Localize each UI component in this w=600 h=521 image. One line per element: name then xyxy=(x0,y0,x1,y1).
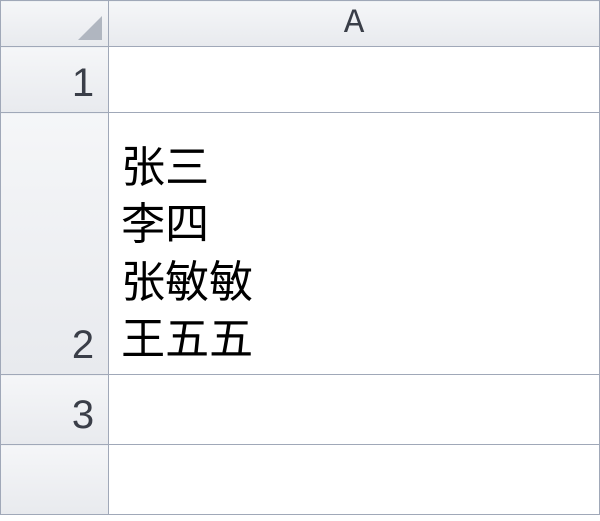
row-header-1[interactable]: 1 xyxy=(1,47,109,113)
cell-A2[interactable]: 张三 李四 张敏敏 王五五 xyxy=(109,113,600,375)
row-header-3[interactable]: 3 xyxy=(1,375,109,445)
cell-A3[interactable] xyxy=(109,375,600,445)
column-header-A[interactable]: A xyxy=(109,1,600,47)
grid-row-2: 2 张三 李四 张敏敏 王五五 xyxy=(1,113,600,375)
cell-A4[interactable] xyxy=(109,445,600,515)
grid-row-1: 1 xyxy=(1,47,600,113)
grid-row-4 xyxy=(1,445,600,515)
row-header-4[interactable] xyxy=(1,445,109,515)
grid-row-3: 3 xyxy=(1,375,600,445)
cell-A1[interactable] xyxy=(109,47,600,113)
select-all-corner[interactable] xyxy=(1,1,109,47)
spreadsheet-grid: A 1 2 张三 李四 张敏敏 王五五 3 xyxy=(0,0,600,515)
column-header-row: A xyxy=(1,1,600,47)
row-header-2[interactable]: 2 xyxy=(1,113,109,375)
